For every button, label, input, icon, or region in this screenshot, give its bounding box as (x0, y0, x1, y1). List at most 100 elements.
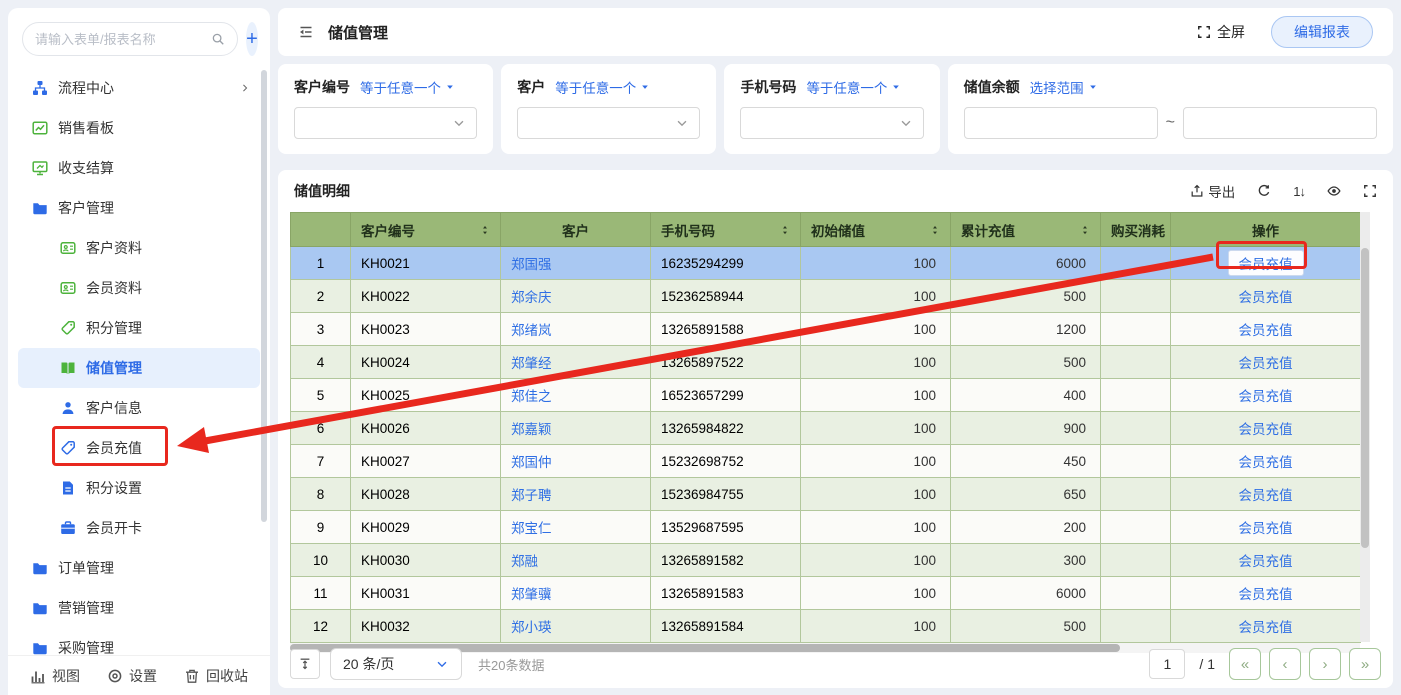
cell-customer-name: 郑嘉颖 (501, 412, 651, 445)
customer-name-link[interactable]: 郑肇骥 (511, 587, 552, 602)
cell-index: 3 (291, 313, 351, 346)
table-row: 4KH0024郑肇经13265897522100500会员充值 (291, 346, 1361, 379)
add-button[interactable]: + (246, 22, 258, 56)
refresh-button[interactable] (1257, 184, 1271, 198)
sidebar-scrollbar[interactable] (261, 70, 267, 522)
sidebar-item-customer-data[interactable]: 客户资料 (18, 228, 260, 268)
filter-value-select[interactable] (517, 107, 700, 139)
cell-total-recharge: 500 (951, 346, 1101, 379)
sidebar-item-member-recharge[interactable]: 会员充值 (18, 428, 260, 468)
sort-order-button[interactable]: 1↓ (1293, 184, 1305, 199)
sidebar-item-points-management[interactable]: 积分管理 (18, 308, 260, 348)
customer-name-link[interactable]: 郑宝仁 (511, 521, 552, 536)
member-recharge-button[interactable]: 会员充值 (1239, 290, 1293, 305)
table-row: 11KH0031郑肇骥132658915831006000会员充值 (291, 577, 1361, 610)
member-recharge-button[interactable]: 会员充值 (1239, 422, 1293, 437)
sidebar-footer-recycle-bin[interactable]: 回收站 (184, 666, 248, 686)
sidebar-footer-settings[interactable]: 设置 (107, 666, 157, 686)
customer-name-link[interactable]: 郑国强 (511, 257, 552, 272)
collapse-sidebar-icon[interactable] (298, 24, 314, 40)
filter-operator-dropdown[interactable]: 等于任意一个 (555, 77, 650, 97)
sidebar-item-income-settlement[interactable]: 收支结算 (18, 148, 260, 188)
sidebar-item-label: 客户管理 (58, 198, 114, 218)
row-height-button[interactable] (290, 649, 320, 679)
sidebar-item-order-management[interactable]: 订单管理 (18, 548, 260, 588)
sidebar-item-marketing-management[interactable]: 营销管理 (18, 588, 260, 628)
chevron-down-icon (452, 116, 466, 130)
page-number-input[interactable] (1149, 649, 1185, 679)
book-icon (60, 360, 76, 376)
sidebar-item-points-settings[interactable]: 积分设置 (18, 468, 260, 508)
customer-name-link[interactable]: 郑子聘 (511, 488, 552, 503)
member-recharge-button[interactable]: 会员充值 (1239, 356, 1293, 371)
first-page-button[interactable]: « (1229, 648, 1261, 680)
cell-action: 会员充值 (1171, 313, 1361, 346)
cell-customer-code: KH0023 (351, 313, 501, 346)
filter-card-customer-code: 客户编号等于任意一个 (278, 64, 493, 154)
filter-value-select[interactable] (740, 107, 923, 139)
range-min-input[interactable] (964, 107, 1158, 139)
cell-initial-value: 100 (801, 346, 951, 379)
sidebar-footer-views[interactable]: 视图 (30, 666, 80, 686)
cell-purchase-consume (1101, 445, 1171, 478)
sidebar-footer: 视图 设置 回收站 (8, 655, 270, 695)
customer-name-link[interactable]: 郑佳之 (511, 389, 552, 404)
filter-operator-dropdown[interactable]: 等于任意一个 (360, 77, 455, 97)
column-header-code[interactable]: 客户编号 (351, 213, 501, 247)
filter-operator-dropdown[interactable]: 等于任意一个 (806, 77, 901, 97)
customer-name-link[interactable]: 郑融 (511, 554, 538, 569)
last-page-button[interactable]: » (1349, 648, 1381, 680)
filter-value-select[interactable] (294, 107, 477, 139)
sidebar-item-customer-management[interactable]: 客户管理 (18, 188, 260, 228)
table-fullscreen-button[interactable] (1363, 184, 1377, 198)
table-row: 6KH0026郑嘉颖13265984822100900会员充值 (291, 412, 1361, 445)
sidebar-item-member-data[interactable]: 会员资料 (18, 268, 260, 308)
range-max-input[interactable] (1183, 107, 1377, 139)
customer-name-link[interactable]: 郑肇经 (511, 356, 552, 371)
table-fullscreen-icon (1363, 184, 1377, 198)
sidebar-item-process-center[interactable]: 流程中心 (18, 68, 260, 108)
member-recharge-button[interactable]: 会员充值 (1239, 554, 1293, 569)
cell-phone: 15236258944 (651, 280, 801, 313)
briefcase-icon (60, 520, 76, 536)
fullscreen-label: 全屏 (1217, 22, 1245, 42)
filter-operator-dropdown[interactable]: 选择范围 (1030, 77, 1098, 97)
search-box[interactable] (22, 22, 238, 56)
customer-name-link[interactable]: 郑绪岚 (511, 323, 552, 338)
next-page-button[interactable]: › (1309, 648, 1341, 680)
column-header-total[interactable]: 累计充值 (951, 213, 1101, 247)
edit-report-button[interactable]: 编辑报表 (1271, 16, 1373, 48)
cell-total-recharge: 400 (951, 379, 1101, 412)
column-header-phone[interactable]: 手机号码 (651, 213, 801, 247)
bars-icon (30, 668, 46, 684)
pagination-nav: «‹›» (1229, 648, 1381, 680)
customer-name-link[interactable]: 郑嘉颖 (511, 422, 552, 437)
filter-label: 手机号码 (740, 77, 796, 97)
column-visibility-button[interactable] (1327, 184, 1341, 198)
member-recharge-button[interactable]: 会员充值 (1239, 455, 1293, 470)
main-area: 储值管理 全屏 编辑报表 客户编号等于任意一个客户等于任意一个手机号码等于任意一… (278, 8, 1393, 695)
export-button[interactable]: 导出 (1190, 181, 1235, 201)
member-recharge-button[interactable]: 会员充值 (1239, 587, 1293, 602)
sidebar-item-stored-value-management[interactable]: 储值管理 (18, 348, 260, 388)
sidebar-item-customer-info[interactable]: 客户信息 (18, 388, 260, 428)
customer-name-link[interactable]: 郑国仲 (511, 455, 552, 470)
customer-name-link[interactable]: 郑小瑛 (511, 620, 552, 635)
fullscreen-control[interactable]: 全屏 (1197, 22, 1245, 42)
customer-name-link[interactable]: 郑余庆 (511, 290, 552, 305)
prev-page-button[interactable]: ‹ (1269, 648, 1301, 680)
sidebar-item-label: 订单管理 (58, 558, 114, 578)
sidebar-item-sales-dashboard[interactable]: 销售看板 (18, 108, 260, 148)
member-recharge-button[interactable]: 会员充值 (1239, 620, 1293, 635)
member-recharge-button[interactable]: 会员充值 (1228, 250, 1304, 276)
column-header-initial[interactable]: 初始储值 (801, 213, 951, 247)
member-recharge-button[interactable]: 会员充值 (1239, 488, 1293, 503)
member-recharge-button[interactable]: 会员充值 (1239, 323, 1293, 338)
page-size-select[interactable]: 20 条/页 (330, 648, 462, 680)
vertical-scrollbar-thumb[interactable] (1361, 248, 1369, 548)
member-recharge-button[interactable]: 会员充值 (1239, 389, 1293, 404)
search-input[interactable] (35, 32, 211, 47)
sidebar-item-label: 会员资料 (86, 278, 142, 298)
sidebar-item-member-card-opening[interactable]: 会员开卡 (18, 508, 260, 548)
member-recharge-button[interactable]: 会员充值 (1239, 521, 1293, 536)
